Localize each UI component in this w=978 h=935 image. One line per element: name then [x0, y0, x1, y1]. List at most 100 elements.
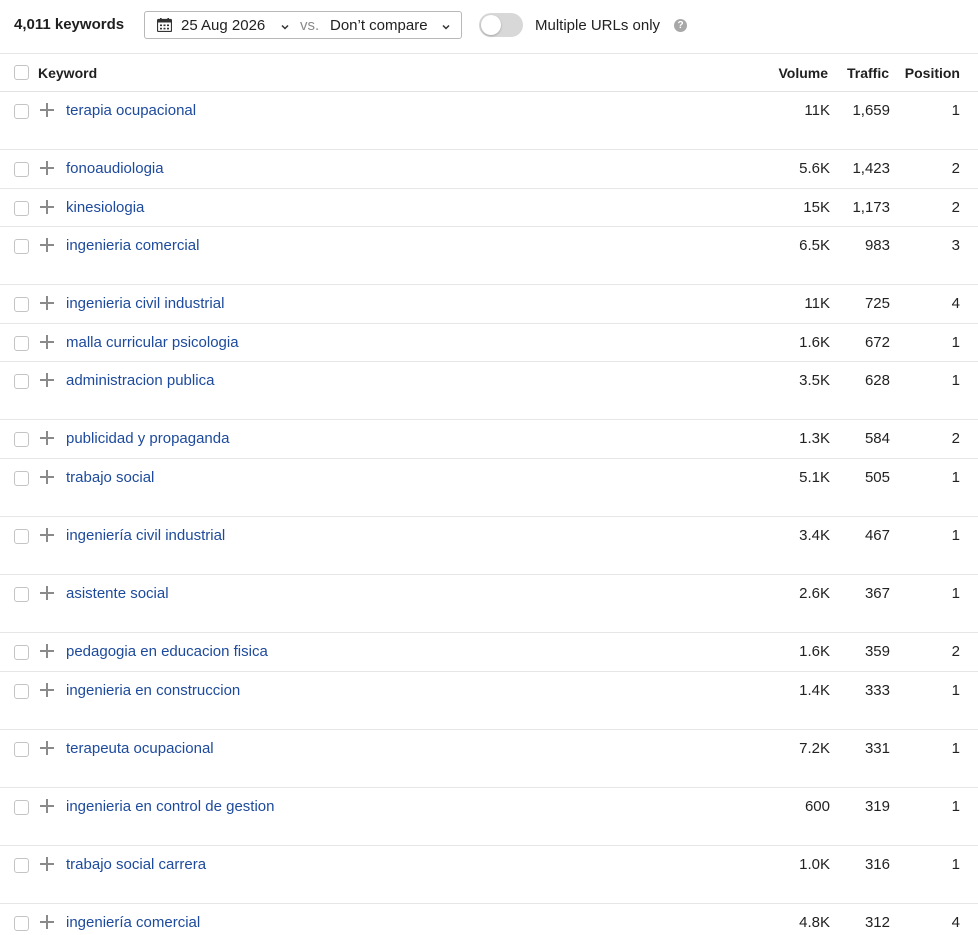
- table-row: terapia ocupacional 11K 1,659 1: [0, 92, 978, 150]
- row-checkbox[interactable]: [14, 587, 29, 602]
- position-value: 2: [951, 199, 960, 216]
- traffic-value: 312: [864, 914, 890, 931]
- position-value: 4: [951, 295, 960, 312]
- row-checkbox[interactable]: [14, 471, 29, 486]
- column-header-keyword[interactable]: Keyword: [38, 65, 97, 81]
- position-value: 2: [951, 430, 960, 447]
- position-value: 1: [951, 102, 960, 119]
- row-checkbox[interactable]: [14, 742, 29, 757]
- plus-icon[interactable]: [40, 586, 54, 600]
- keyword-link[interactable]: ingenieria en control de gestion: [66, 798, 274, 815]
- table-row: ingenieria comercial 6.5K 983 3: [0, 227, 978, 285]
- plus-icon[interactable]: [40, 238, 54, 252]
- volume-value: 2.6K: [799, 585, 830, 602]
- table-row: ingenieria civil industrial 11K 725 4: [0, 285, 978, 324]
- row-checkbox[interactable]: [14, 916, 29, 931]
- table-row: ingeniería comercial 4.8K 312 4: [0, 904, 978, 935]
- volume-value: 1.6K: [799, 334, 830, 351]
- keyword-link[interactable]: terapia ocupacional: [66, 102, 196, 119]
- row-checkbox[interactable]: [14, 800, 29, 815]
- traffic-value: 316: [864, 856, 890, 873]
- position-value: 1: [951, 682, 960, 699]
- keyword-link[interactable]: pedagogia en educacion fisica: [66, 643, 268, 660]
- row-checkbox[interactable]: [14, 239, 29, 254]
- plus-icon[interactable]: [40, 161, 54, 175]
- plus-icon[interactable]: [40, 470, 54, 484]
- row-checkbox[interactable]: [14, 104, 29, 119]
- keyword-link[interactable]: terapeuta ocupacional: [66, 740, 214, 757]
- volume-value: 1.3K: [799, 430, 830, 447]
- keyword-link[interactable]: fonoaudiologia: [66, 160, 164, 177]
- volume-value: 6.5K: [799, 237, 830, 254]
- plus-icon[interactable]: [40, 335, 54, 349]
- traffic-value: 333: [864, 682, 890, 699]
- plus-icon[interactable]: [40, 857, 54, 871]
- keyword-link[interactable]: administracion publica: [66, 372, 214, 389]
- date-compare-button[interactable]: 25 Aug 2026 vs. Don’t compare: [144, 11, 462, 39]
- plus-icon[interactable]: [40, 644, 54, 658]
- plus-icon[interactable]: [40, 373, 54, 387]
- keyword-link[interactable]: ingeniería comercial: [66, 914, 200, 931]
- traffic-value: 1,173: [852, 199, 890, 216]
- keyword-link[interactable]: publicidad y propaganda: [66, 430, 229, 447]
- keyword-link[interactable]: kinesiologia: [66, 199, 144, 216]
- toggle-knob: [481, 15, 501, 35]
- position-value: 1: [951, 527, 960, 544]
- row-checkbox[interactable]: [14, 529, 29, 544]
- select-all-checkbox[interactable]: [14, 65, 29, 80]
- row-checkbox[interactable]: [14, 645, 29, 660]
- table-row: kinesiologia 15K 1,173 2: [0, 189, 978, 227]
- traffic-value: 467: [864, 527, 890, 544]
- column-header-traffic[interactable]: Traffic: [847, 65, 889, 81]
- plus-icon[interactable]: [40, 528, 54, 542]
- plus-icon[interactable]: [40, 683, 54, 697]
- row-checkbox[interactable]: [14, 858, 29, 873]
- keyword-link[interactable]: ingenieria en construccion: [66, 682, 240, 699]
- keyword-link[interactable]: malla curricular psicologia: [66, 334, 239, 351]
- table-row: trabajo social carrera 1.0K 316 1: [0, 846, 978, 904]
- row-checkbox[interactable]: [14, 374, 29, 389]
- table-row: ingeniería civil industrial 3.4K 467 1: [0, 517, 978, 575]
- position-value: 1: [951, 856, 960, 873]
- keyword-link[interactable]: trabajo social: [66, 469, 154, 486]
- volume-value: 11K: [804, 295, 830, 312]
- traffic-value: 359: [864, 643, 890, 660]
- plus-icon[interactable]: [40, 200, 54, 214]
- table-row: ingenieria en control de gestion 600 319 1: [0, 788, 978, 846]
- chevron-down-icon: [281, 24, 289, 30]
- traffic-value: 367: [864, 585, 890, 602]
- volume-value: 5.1K: [799, 469, 830, 486]
- column-header-position[interactable]: Position: [905, 65, 960, 81]
- row-checkbox[interactable]: [14, 336, 29, 351]
- plus-icon[interactable]: [40, 296, 54, 310]
- plus-icon[interactable]: [40, 741, 54, 755]
- row-checkbox[interactable]: [14, 297, 29, 312]
- keyword-link[interactable]: ingenieria civil industrial: [66, 295, 224, 312]
- table-row: malla curricular psicologia 1.6K 672 1: [0, 324, 978, 362]
- multiple-urls-toggle[interactable]: [479, 13, 523, 37]
- date-label: 25 Aug 2026: [181, 17, 266, 34]
- plus-icon[interactable]: [40, 915, 54, 929]
- keyword-link[interactable]: asistente social: [66, 585, 169, 602]
- traffic-value: 1,659: [852, 102, 890, 119]
- traffic-value: 725: [864, 295, 890, 312]
- row-checkbox[interactable]: [14, 201, 29, 216]
- keyword-link[interactable]: trabajo social carrera: [66, 856, 206, 873]
- plus-icon[interactable]: [40, 799, 54, 813]
- volume-value: 15K: [803, 199, 830, 216]
- traffic-value: 331: [864, 740, 890, 757]
- help-icon[interactable]: ?: [674, 19, 687, 32]
- plus-icon[interactable]: [40, 103, 54, 117]
- row-checkbox[interactable]: [14, 432, 29, 447]
- volume-value: 1.0K: [799, 856, 830, 873]
- traffic-value: 505: [864, 469, 890, 486]
- traffic-value: 672: [864, 334, 890, 351]
- row-checkbox[interactable]: [14, 684, 29, 699]
- position-value: 1: [951, 585, 960, 602]
- column-header-volume[interactable]: Volume: [778, 65, 828, 81]
- keyword-link[interactable]: ingeniería civil industrial: [66, 527, 225, 544]
- plus-icon[interactable]: [40, 431, 54, 445]
- table-row: fonoaudiologia 5.6K 1,423 2: [0, 150, 978, 189]
- keyword-link[interactable]: ingenieria comercial: [66, 237, 199, 254]
- row-checkbox[interactable]: [14, 162, 29, 177]
